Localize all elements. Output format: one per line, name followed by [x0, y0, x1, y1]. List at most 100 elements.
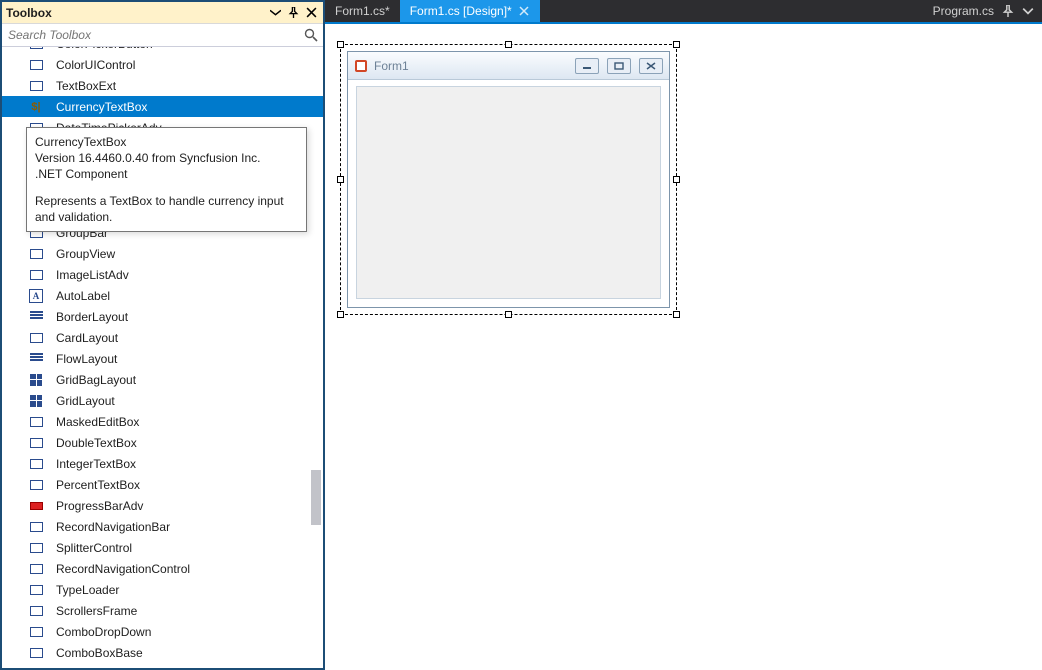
toolbox-close-button[interactable]	[303, 5, 319, 21]
resize-handle-n[interactable]	[505, 41, 512, 48]
toolbox-item-label: GroupView	[56, 247, 115, 261]
toolbox-item[interactable]: DoubleTextBox	[2, 432, 323, 453]
toolbox-item[interactable]: CardLayout	[2, 327, 323, 348]
toolbox-pin-button[interactable]	[285, 5, 301, 21]
toolbox-item-label: TypeLoader	[56, 583, 119, 597]
toolbox-item[interactable]: GroupView	[2, 243, 323, 264]
tooltip-description: Represents a TextBox to handle currency …	[35, 193, 298, 225]
tab-label: Form1.cs [Design]*	[410, 4, 512, 18]
form-maximize-button[interactable]	[607, 58, 631, 74]
tab-label: Form1.cs*	[335, 4, 390, 18]
toolbox-item[interactable]: TypeLoader	[2, 579, 323, 600]
resize-handle-ne[interactable]	[673, 41, 680, 48]
tooltip-vendor: Version 16.4460.0.40 from Syncfusion Inc…	[35, 150, 298, 166]
resize-handle-s[interactable]	[505, 311, 512, 318]
toolbox-item[interactable]: $|CurrencyTextBox	[2, 96, 323, 117]
toolbox-search-row	[2, 24, 323, 47]
toolbox-item[interactable]: ImageListAdv	[2, 264, 323, 285]
toolbox-item-label: GridBagLayout	[56, 373, 136, 387]
toolbox-window-position-button[interactable]	[267, 5, 283, 21]
tabstrip-right-group: Program.cs	[925, 0, 1042, 22]
designer-form[interactable]: Form1	[347, 51, 670, 308]
tabstrip-spacer	[540, 0, 925, 22]
toolbox-item[interactable]: ComboDropDown	[2, 621, 323, 642]
form-close-button[interactable]	[639, 58, 663, 74]
form-minimize-button[interactable]	[575, 58, 599, 74]
resize-handle-e[interactable]	[673, 176, 680, 183]
toolbox-item-label: ComboDropDown	[56, 625, 151, 639]
toolbox-item-icon	[28, 57, 44, 73]
form-client-area[interactable]	[356, 86, 661, 299]
toolbox-panel: Toolbox ColorPickerButtonColorUIControlT…	[0, 0, 325, 670]
toolbox-item[interactable]: IntegerTextBox	[2, 453, 323, 474]
toolbox-item-label: MaskedEditBox	[56, 415, 139, 429]
document-tab[interactable]: Form1.cs*	[325, 0, 400, 22]
resize-handle-nw[interactable]	[337, 41, 344, 48]
toolbox-item-label: RecordNavigationBar	[56, 520, 170, 534]
search-icon[interactable]	[303, 27, 319, 43]
toolbox-item[interactable]: ColorUIControl	[2, 54, 323, 75]
toolbox-item-icon	[28, 456, 44, 472]
toolbox-item[interactable]: GridLayout	[2, 390, 323, 411]
active-files-dropdown-icon[interactable]	[1022, 5, 1034, 17]
toolbox-item[interactable]: SplitterControl	[2, 537, 323, 558]
toolbox-item-label: AutoLabel	[56, 289, 110, 303]
toolbox-item-label: IntegerTextBox	[56, 457, 136, 471]
toolbox-item[interactable]: MaskedEditBox	[2, 411, 323, 432]
resize-handle-se[interactable]	[673, 311, 680, 318]
toolbox-tooltip: CurrencyTextBox Version 16.4460.0.40 fro…	[26, 127, 307, 232]
toolbox-item[interactable]: ProgressBarAdv	[2, 495, 323, 516]
toolbox-item-icon	[28, 330, 44, 346]
toolbox-item[interactable]: BorderLayout	[2, 306, 323, 327]
toolbox-item[interactable]: EditableList	[2, 663, 323, 668]
toolbox-item-icon	[28, 372, 44, 388]
form-titlebar: Form1	[348, 52, 669, 80]
toolbox-item[interactable]: PercentTextBox	[2, 474, 323, 495]
toolbox-item-icon	[28, 582, 44, 598]
toolbox-item-label: ProgressBarAdv	[56, 499, 143, 513]
toolbox-item-label: RecordNavigationControl	[56, 562, 190, 576]
toolbox-item[interactable]: RecordNavigationBar	[2, 516, 323, 537]
toolbox-item[interactable]: ScrollersFrame	[2, 600, 323, 621]
form-title: Form1	[374, 59, 567, 73]
toolbox-item-icon	[28, 435, 44, 451]
form-app-icon	[354, 59, 368, 73]
toolbox-item-icon	[28, 351, 44, 367]
resize-handle-w[interactable]	[337, 176, 344, 183]
toolbox-item-label: DoubleTextBox	[56, 436, 137, 450]
toolbox-item-label: EditableList	[56, 667, 118, 669]
toolbox-item-label: ColorPickerButton	[56, 47, 153, 51]
toolbox-item-icon	[28, 47, 44, 52]
toolbox-scrollbar-thumb[interactable]	[311, 470, 321, 525]
tab-right-doc[interactable]: Program.cs	[933, 4, 994, 18]
toolbox-item-icon	[28, 561, 44, 577]
toolbox-item-label: TextBoxExt	[56, 79, 116, 93]
toolbox-item-icon	[28, 519, 44, 535]
pin-icon[interactable]	[1002, 5, 1014, 17]
toolbox-item[interactable]: AAutoLabel	[2, 285, 323, 306]
toolbox-item[interactable]: RecordNavigationControl	[2, 558, 323, 579]
toolbox-item[interactable]: ComboBoxBase	[2, 642, 323, 663]
toolbox-item[interactable]: GridBagLayout	[2, 369, 323, 390]
toolbox-item-icon	[28, 393, 44, 409]
toolbox-item-label: ScrollersFrame	[56, 604, 137, 618]
toolbox-item-icon	[28, 540, 44, 556]
toolbox-item-icon	[28, 246, 44, 262]
tooltip-title: CurrencyTextBox	[35, 134, 298, 150]
toolbox-item-label: ComboBoxBase	[56, 646, 143, 660]
toolbox-item-label: PercentTextBox	[56, 478, 140, 492]
toolbox-item[interactable]: FlowLayout	[2, 348, 323, 369]
toolbox-item[interactable]: TextBoxExt	[2, 75, 323, 96]
toolbox-item-icon	[28, 414, 44, 430]
toolbox-search-input[interactable]	[6, 26, 303, 44]
toolbox-item-label: SplitterControl	[56, 541, 132, 555]
designer-canvas[interactable]: Form1	[325, 22, 1042, 670]
toolbox-item-icon	[28, 78, 44, 94]
toolbox-item-label: GridLayout	[56, 394, 115, 408]
resize-handle-sw[interactable]	[337, 311, 344, 318]
tab-close-icon[interactable]	[518, 5, 530, 17]
toolbox-item-label: CurrencyTextBox	[56, 100, 147, 114]
toolbox-item-label: ImageListAdv	[56, 268, 129, 282]
toolbox-item[interactable]: ColorPickerButton	[2, 47, 323, 54]
document-tab[interactable]: Form1.cs [Design]*	[400, 0, 540, 22]
